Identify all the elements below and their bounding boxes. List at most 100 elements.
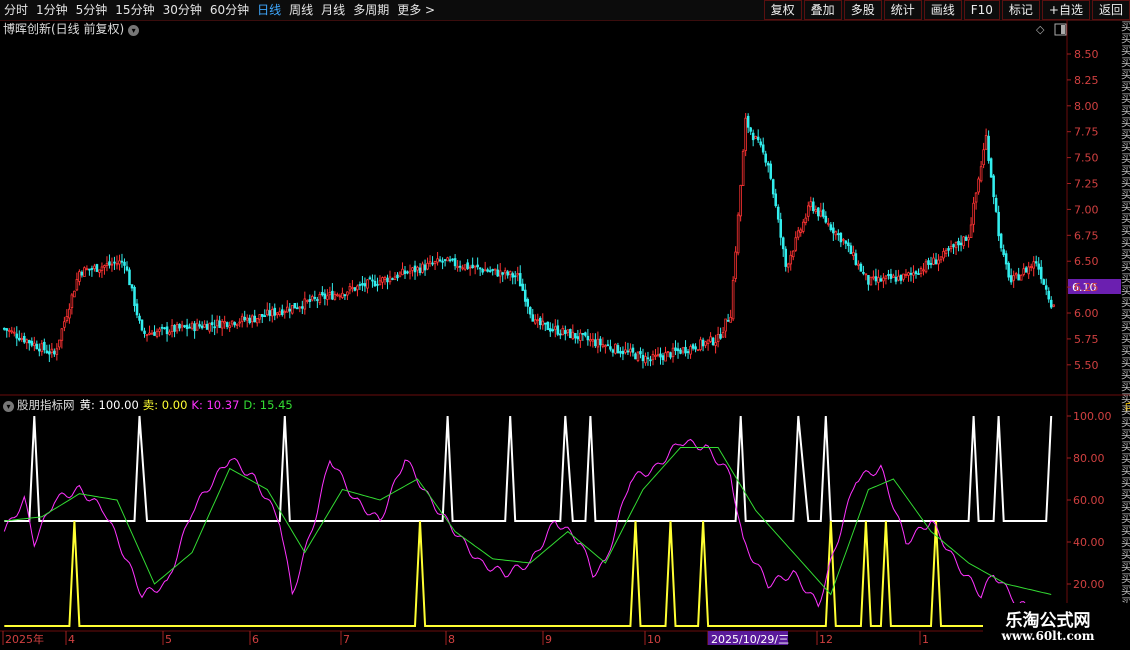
candle-body (902, 273, 905, 280)
candle-body (729, 316, 732, 323)
candle-body (50, 348, 54, 353)
candle-body (516, 273, 520, 276)
candle-body (103, 265, 106, 268)
candle-body (739, 184, 742, 217)
candle-body (974, 192, 978, 203)
candle-body (621, 350, 625, 355)
candle-body (954, 241, 958, 249)
candle-body (353, 287, 357, 291)
candle-body (20, 337, 24, 341)
candle-body (1047, 290, 1051, 300)
candle-body (989, 158, 993, 178)
candle-body (714, 342, 717, 346)
candle-body (298, 306, 302, 309)
indicator-title[interactable]: ▾ 股朋指标网 黄: 100.00 卖: 0.00 K: 10.37 D: 15.45 (3, 397, 297, 413)
indicator-tick-label: 40.00 (1073, 536, 1105, 549)
candle-body (694, 346, 697, 350)
candle-body (927, 260, 930, 265)
candle-body (559, 333, 562, 336)
candle-body (160, 326, 164, 329)
candle-body (709, 336, 712, 342)
candle-body (311, 296, 314, 301)
candle-body (639, 351, 642, 355)
candle-body (55, 348, 59, 355)
diamond-icon[interactable]: ◇ (1036, 23, 1045, 36)
candle-body (230, 320, 234, 325)
candle-body (827, 222, 830, 225)
candle-body (1007, 262, 1010, 278)
candle-body (208, 322, 211, 332)
candle-body (651, 354, 655, 360)
indicator-series-2 (3, 438, 1052, 614)
candle-body (1027, 266, 1030, 275)
candle-body (233, 322, 236, 326)
date-cursor-label: 2025/10/29/三 (711, 633, 789, 646)
candle-body (100, 266, 104, 271)
candle-body (225, 322, 229, 327)
candle-body (398, 272, 402, 277)
candle-body (2, 327, 6, 330)
candle-body (882, 277, 885, 282)
candle-body (323, 293, 327, 299)
candle-body (288, 308, 292, 312)
candle-body (95, 264, 99, 272)
candle-body (143, 330, 146, 334)
candle-body (278, 311, 282, 315)
candle-body (443, 259, 447, 261)
indicator-values: 黄: 100.00 卖: 0.00 K: 10.37 D: 15.45 (80, 398, 297, 412)
candle-body (105, 263, 109, 266)
candle-body (45, 350, 49, 354)
candle-body (1049, 299, 1053, 308)
candle-body (260, 313, 264, 317)
candle-body (386, 277, 389, 283)
candle-body (438, 259, 442, 262)
candle-body (874, 276, 878, 282)
chart-canvas[interactable]: 6.10 8.508.258.007.757.507.257.006.756.5… (0, 0, 1130, 650)
candle-body (446, 257, 449, 262)
candle-body (616, 345, 620, 354)
candle-body (664, 352, 667, 362)
candle-body (53, 350, 56, 355)
candle-body (624, 349, 627, 353)
price-tick-label: 7.50 (1074, 152, 1099, 165)
candle-body (493, 268, 497, 271)
candle-body (408, 270, 412, 274)
candle-body (832, 227, 835, 234)
candle-body (852, 252, 855, 257)
candle-body (406, 271, 409, 274)
candle-body (128, 269, 131, 286)
candle-body (378, 280, 382, 286)
candle-body (576, 336, 580, 340)
candle-body (984, 135, 988, 150)
candle-body (669, 352, 672, 358)
price-tick-label: 6.50 (1074, 255, 1099, 268)
candle-body (155, 330, 159, 337)
candle-body (646, 357, 650, 360)
candle-body (1024, 267, 1028, 273)
candle-body (73, 290, 76, 298)
candle-body (318, 294, 322, 303)
candle-body (862, 271, 865, 274)
candle-body (962, 236, 965, 247)
candle-body (250, 315, 254, 323)
candle-body (158, 328, 161, 332)
candle-body (193, 323, 196, 332)
candle-body (679, 349, 682, 354)
candle-body (88, 268, 91, 271)
candle-body (98, 269, 101, 273)
chevron-down-icon[interactable]: ▾ (3, 401, 14, 412)
candle-body (556, 325, 560, 335)
candle-body (571, 331, 575, 340)
candle-body (275, 312, 279, 316)
candle-body (248, 317, 251, 323)
candle-body (336, 294, 339, 297)
candle-body (686, 351, 690, 353)
candle-body (413, 265, 417, 273)
candle-body (804, 217, 808, 223)
candle-body (982, 149, 985, 166)
candle-body (696, 349, 700, 352)
candle-body (481, 269, 484, 273)
candle-body (699, 339, 702, 350)
candle-body (123, 261, 126, 266)
indicator-tick-label: 100.00 (1073, 410, 1112, 423)
